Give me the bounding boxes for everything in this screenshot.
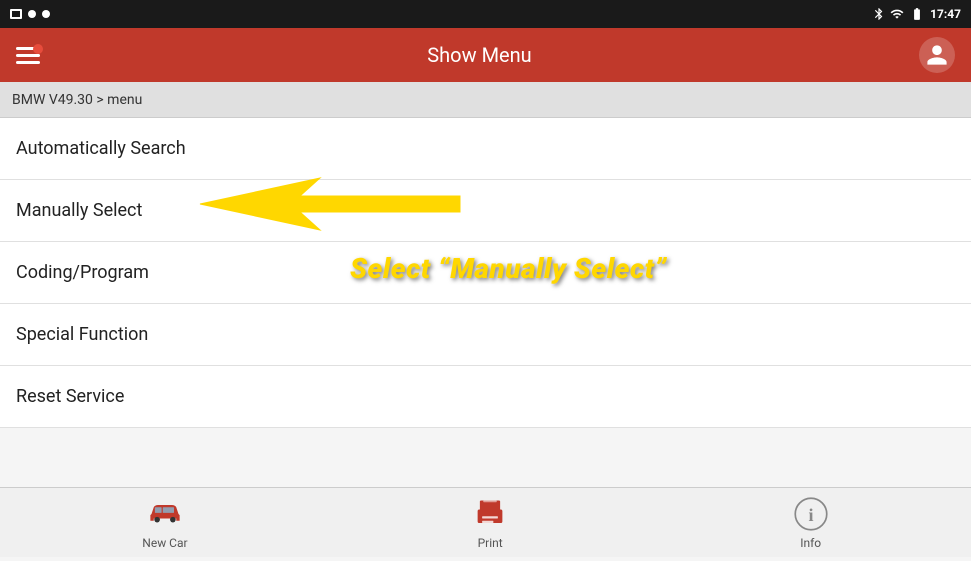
breadcrumb: BMW V49.30 > menu — [0, 82, 971, 118]
menu-item-manually-select[interactable]: Manually Select — [0, 180, 971, 242]
time-display: 17:47 — [930, 7, 961, 21]
user-icon — [925, 43, 949, 67]
info-icon: i — [793, 496, 829, 532]
header: Show Menu — [0, 28, 971, 82]
menu-item-auto-search[interactable]: Automatically Search — [0, 118, 971, 180]
menu-dot — [33, 44, 43, 54]
menu-item-label: Coding/Program — [16, 262, 149, 283]
menu-list: Automatically Search Manually Select Cod… — [0, 118, 971, 428]
svg-text:i: i — [808, 504, 813, 524]
menu-item-label: Manually Select — [16, 200, 142, 221]
car-icon — [147, 496, 183, 532]
user-icon-button[interactable] — [919, 37, 955, 73]
breadcrumb-text: BMW V49.30 > menu — [12, 92, 142, 108]
print-icon — [472, 496, 508, 532]
menu-item-coding-program[interactable]: Coding/Program — [0, 242, 971, 304]
menu-button[interactable] — [16, 47, 40, 64]
screen-icon — [10, 9, 22, 19]
new-car-button[interactable]: New Car — [122, 488, 207, 558]
print-label: Print — [478, 536, 503, 550]
info-button[interactable]: i Info — [773, 488, 849, 558]
wifi-icon — [890, 7, 904, 21]
menu-item-special-function[interactable]: Special Function — [0, 304, 971, 366]
status-bar-right: 17:47 — [872, 7, 961, 21]
menu-item-label: Special Function — [16, 324, 148, 345]
info-label: Info — [800, 536, 821, 550]
menu-item-reset-service[interactable]: Reset Service — [0, 366, 971, 428]
new-car-label: New Car — [142, 536, 187, 550]
header-title: Show Menu — [427, 43, 531, 67]
signal-dot — [28, 10, 36, 18]
bottom-bar: New Car Print i Info — [0, 487, 971, 557]
status-bar-left — [10, 9, 50, 19]
battery-icon — [908, 7, 926, 21]
signal-dot2 — [42, 10, 50, 18]
menu-line-2 — [16, 54, 40, 57]
menu-item-label: Reset Service — [16, 386, 124, 407]
status-bar: 17:47 — [0, 0, 971, 28]
menu-line-3 — [16, 61, 40, 64]
bluetooth-icon — [872, 7, 886, 21]
print-button[interactable]: Print — [452, 488, 528, 558]
menu-item-label: Automatically Search — [16, 138, 186, 159]
